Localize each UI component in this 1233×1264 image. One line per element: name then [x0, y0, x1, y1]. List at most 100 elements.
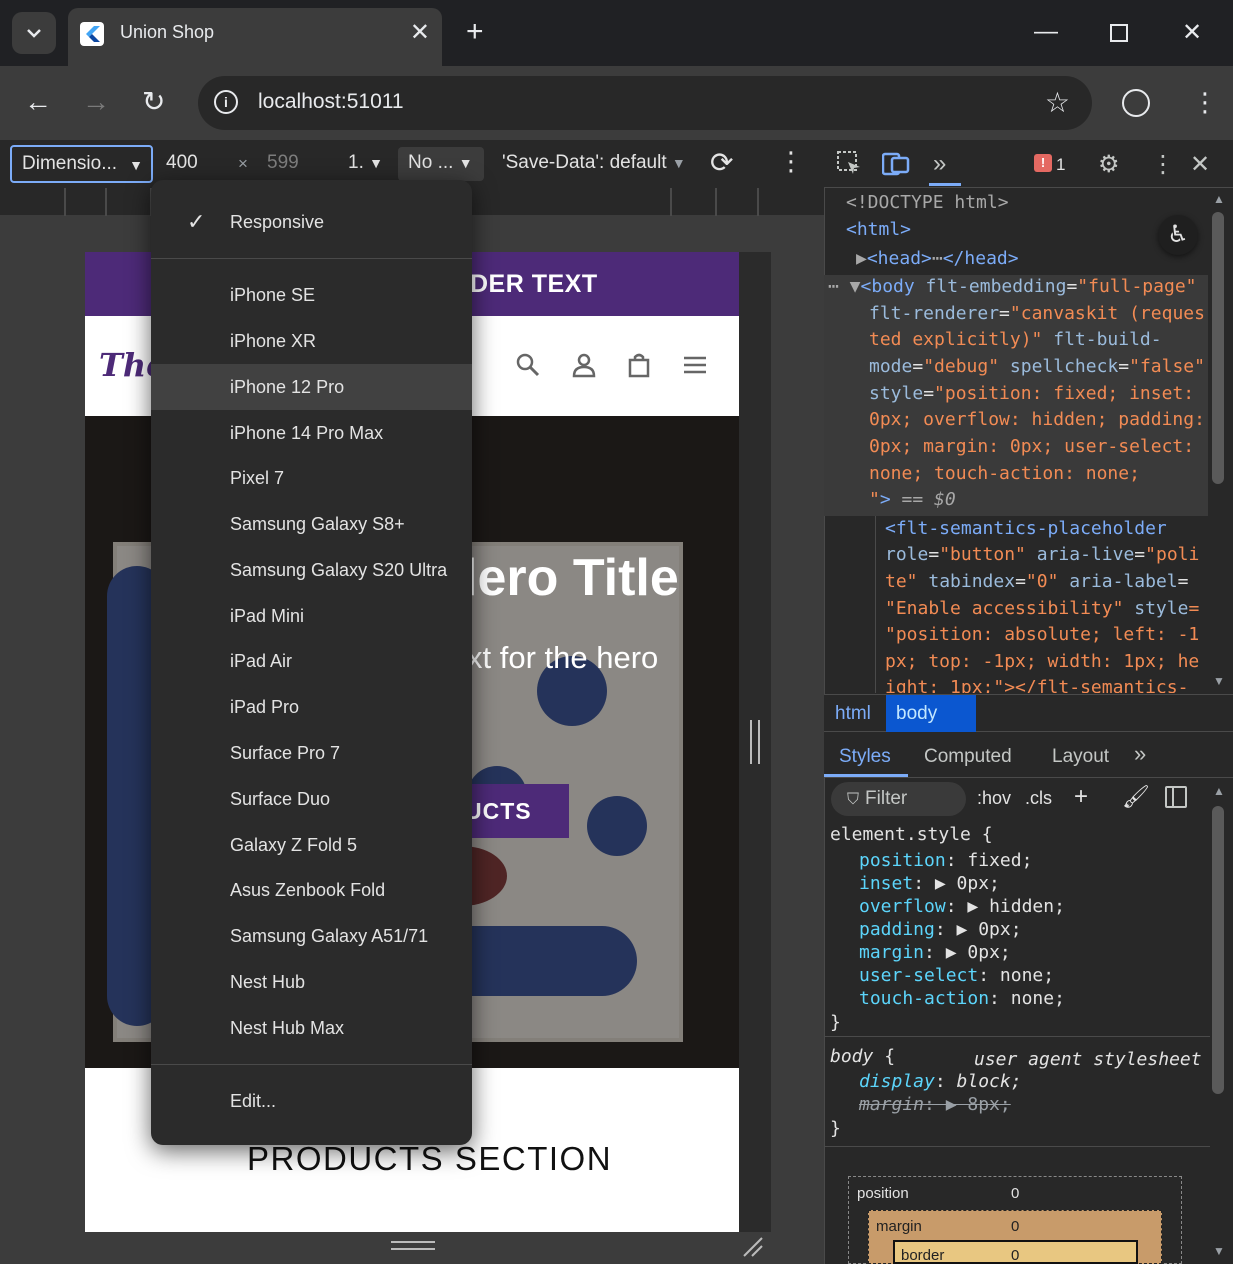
settings-gear-icon[interactable]: ⚙: [1098, 150, 1120, 179]
more-tabs-icon[interactable]: »: [1134, 741, 1146, 767]
menu-item-device[interactable]: iPhone SE: [151, 272, 472, 318]
address-bar[interactable]: i localhost:51011 ☆: [198, 76, 1092, 130]
breadcrumb-html[interactable]: html: [835, 703, 871, 725]
issues-badge-icon[interactable]: !: [1034, 154, 1052, 172]
paint-brush-icon[interactable]: 🖌: [1122, 784, 1150, 810]
menu-item-device[interactable]: Nest Hub Max: [151, 1005, 472, 1051]
menu-item-device[interactable]: iPad Pro: [151, 684, 472, 730]
menu-item-device[interactable]: Samsung Galaxy A51/71: [151, 913, 472, 959]
menu-item-label: Surface Pro 7: [230, 743, 341, 763]
dom-node-head[interactable]: ▶<head>⋯</head>: [856, 246, 1019, 273]
menu-item-device[interactable]: iPhone 14 Pro Max: [151, 410, 472, 456]
tab-computed[interactable]: Computed: [924, 746, 1012, 768]
toggle-sidebar-icon[interactable]: [1165, 786, 1187, 808]
elements-tree[interactable]: <!DOCTYPE html> <html> ▶<head>⋯</head> ⋯…: [824, 188, 1210, 693]
width-input[interactable]: 400: [166, 152, 198, 174]
inspect-element-icon[interactable]: [836, 150, 862, 183]
elements-scrollbar[interactable]: [1212, 212, 1224, 484]
dom-node-semantics-placeholder[interactable]: <flt-semantics-placeholder: [885, 516, 1167, 543]
resize-handle-bottom[interactable]: [391, 1241, 435, 1250]
menu-item-device[interactable]: iPad Mini: [151, 593, 472, 639]
dom-node-doctype[interactable]: <!DOCTYPE html>: [846, 190, 1009, 217]
profile-icon[interactable]: [1122, 89, 1150, 117]
add-rule-icon[interactable]: +: [1074, 783, 1088, 811]
menu-item-device[interactable]: Nest Hub: [151, 959, 472, 1005]
menu-item-label: Nest Hub Max: [230, 1018, 345, 1038]
menu-item-label: Samsung Galaxy A51/71: [230, 926, 429, 946]
save-data-select[interactable]: 'Save-Data': default ▼: [502, 152, 686, 174]
devtools-more-icon[interactable]: ⋮: [1151, 150, 1175, 179]
close-devtools-icon[interactable]: ✕: [1190, 150, 1210, 179]
browser-menu-icon[interactable]: ⋮: [1192, 86, 1218, 118]
tab-styles[interactable]: Styles: [839, 746, 891, 768]
forward-arrow-icon[interactable]: →: [82, 86, 110, 118]
hero-button-label: UCTS: [465, 798, 532, 824]
hov-toggle[interactable]: :hov: [977, 788, 1011, 809]
menu-item-label: iPad Pro: [230, 697, 300, 717]
new-tab-button[interactable]: +: [466, 16, 484, 48]
dom-node-body[interactable]: ⋯ ▼<body flt-embedding="full-page": [828, 274, 1197, 301]
filter-icon: ⛉: [847, 791, 860, 808]
back-arrow-icon[interactable]: ←: [24, 86, 52, 118]
box-model-position-value[interactable]: 0: [1011, 1185, 1019, 1202]
menu-item-device[interactable]: Samsung Galaxy S20 Ultra: [151, 547, 472, 593]
device-toggle-icon[interactable]: [881, 150, 910, 183]
height-input[interactable]: 599: [267, 152, 299, 174]
scroll-down-icon[interactable]: ▼: [1213, 674, 1225, 688]
menu-item-edit[interactable]: Edit...: [151, 1078, 472, 1124]
products-section-title: PRODUCTS SECTION: [247, 1140, 613, 1177]
close-window-icon[interactable]: ✕: [1182, 18, 1202, 47]
menu-item-label: iPhone SE: [230, 285, 316, 305]
menu-item-device[interactable]: Surface Duo: [151, 776, 472, 822]
device-more-options-icon[interactable]: ⋮: [778, 146, 804, 177]
accessibility-icon[interactable]: ♿: [1158, 215, 1198, 255]
menu-item-device[interactable]: Pixel 7: [151, 455, 472, 501]
menu-item-device[interactable]: Surface Pro 7: [151, 730, 472, 776]
menu-item-device[interactable]: iPhone XR: [151, 318, 472, 364]
scroll-up-icon[interactable]: ▲: [1213, 784, 1225, 798]
dom-node-html[interactable]: <html>: [846, 217, 911, 244]
menu-item-device[interactable]: Asus Zenbook Fold: [151, 867, 472, 913]
cls-toggle[interactable]: .cls: [1025, 788, 1052, 809]
menu-item-device[interactable]: iPad Air: [151, 638, 472, 684]
menu-item-responsive[interactable]: ✓ Responsive: [151, 199, 472, 245]
more-tabs-icon[interactable]: »: [933, 150, 946, 178]
tab-layout[interactable]: Layout: [1052, 746, 1109, 768]
reload-icon[interactable]: ↻: [142, 86, 165, 118]
zoom-select[interactable]: 1. ▼: [348, 152, 383, 174]
styles-filter-input[interactable]: ⛉ Filter: [831, 782, 966, 816]
box-model-margin-value[interactable]: 0: [1011, 1218, 1019, 1235]
bookmark-star-icon[interactable]: ☆: [1045, 86, 1070, 119]
tab-search-button[interactable]: [12, 12, 56, 54]
breadcrumb-body[interactable]: body: [886, 695, 976, 732]
scroll-down-icon[interactable]: ▼: [1213, 1244, 1225, 1258]
styles-pane: element.style { position: fixed; inset: …: [824, 820, 1210, 1150]
hero-products-button[interactable]: UCTS: [455, 784, 569, 838]
issues-count[interactable]: 1: [1056, 155, 1065, 175]
close-tab-icon[interactable]: ✕: [410, 18, 430, 47]
styles-tabbar: Styles Computed Layout »: [824, 732, 1233, 778]
scroll-up-icon[interactable]: ▲: [1213, 192, 1225, 206]
menu-item-label: iPhone 14 Pro Max: [230, 423, 384, 443]
account-icon[interactable]: [571, 352, 597, 385]
maximize-icon[interactable]: [1110, 24, 1128, 42]
styles-scrollbar[interactable]: [1212, 806, 1224, 1094]
resize-handle-right[interactable]: [750, 720, 760, 764]
throttle-select[interactable]: No ... ▼: [398, 147, 484, 181]
menu-item-device[interactable]: Galaxy Z Fold 5: [151, 822, 472, 868]
device-dropdown-menu: ✓ Responsive iPhone SE iPhone XR iPhone …: [151, 180, 472, 1145]
hamburger-menu-icon[interactable]: [682, 352, 708, 385]
menu-item-device-highlighted[interactable]: iPhone 12 Pro: [151, 364, 472, 410]
dimensions-select[interactable]: Dimensio... ▼: [10, 145, 153, 183]
browser-tab[interactable]: Union Shop ✕: [68, 8, 442, 66]
site-info-icon[interactable]: i: [214, 90, 238, 114]
resize-corner-icon[interactable]: [742, 1236, 764, 1264]
minimize-icon[interactable]: —: [1034, 18, 1058, 46]
rotate-icon[interactable]: ⟳: [710, 146, 733, 179]
menu-item-device[interactable]: Samsung Galaxy S8+: [151, 501, 472, 547]
filter-placeholder: Filter: [865, 788, 908, 809]
menu-item-label: Surface Duo: [230, 789, 331, 809]
search-icon[interactable]: [515, 352, 541, 385]
shopping-bag-icon[interactable]: [626, 352, 652, 385]
box-model-border-value[interactable]: 0: [1011, 1247, 1019, 1264]
